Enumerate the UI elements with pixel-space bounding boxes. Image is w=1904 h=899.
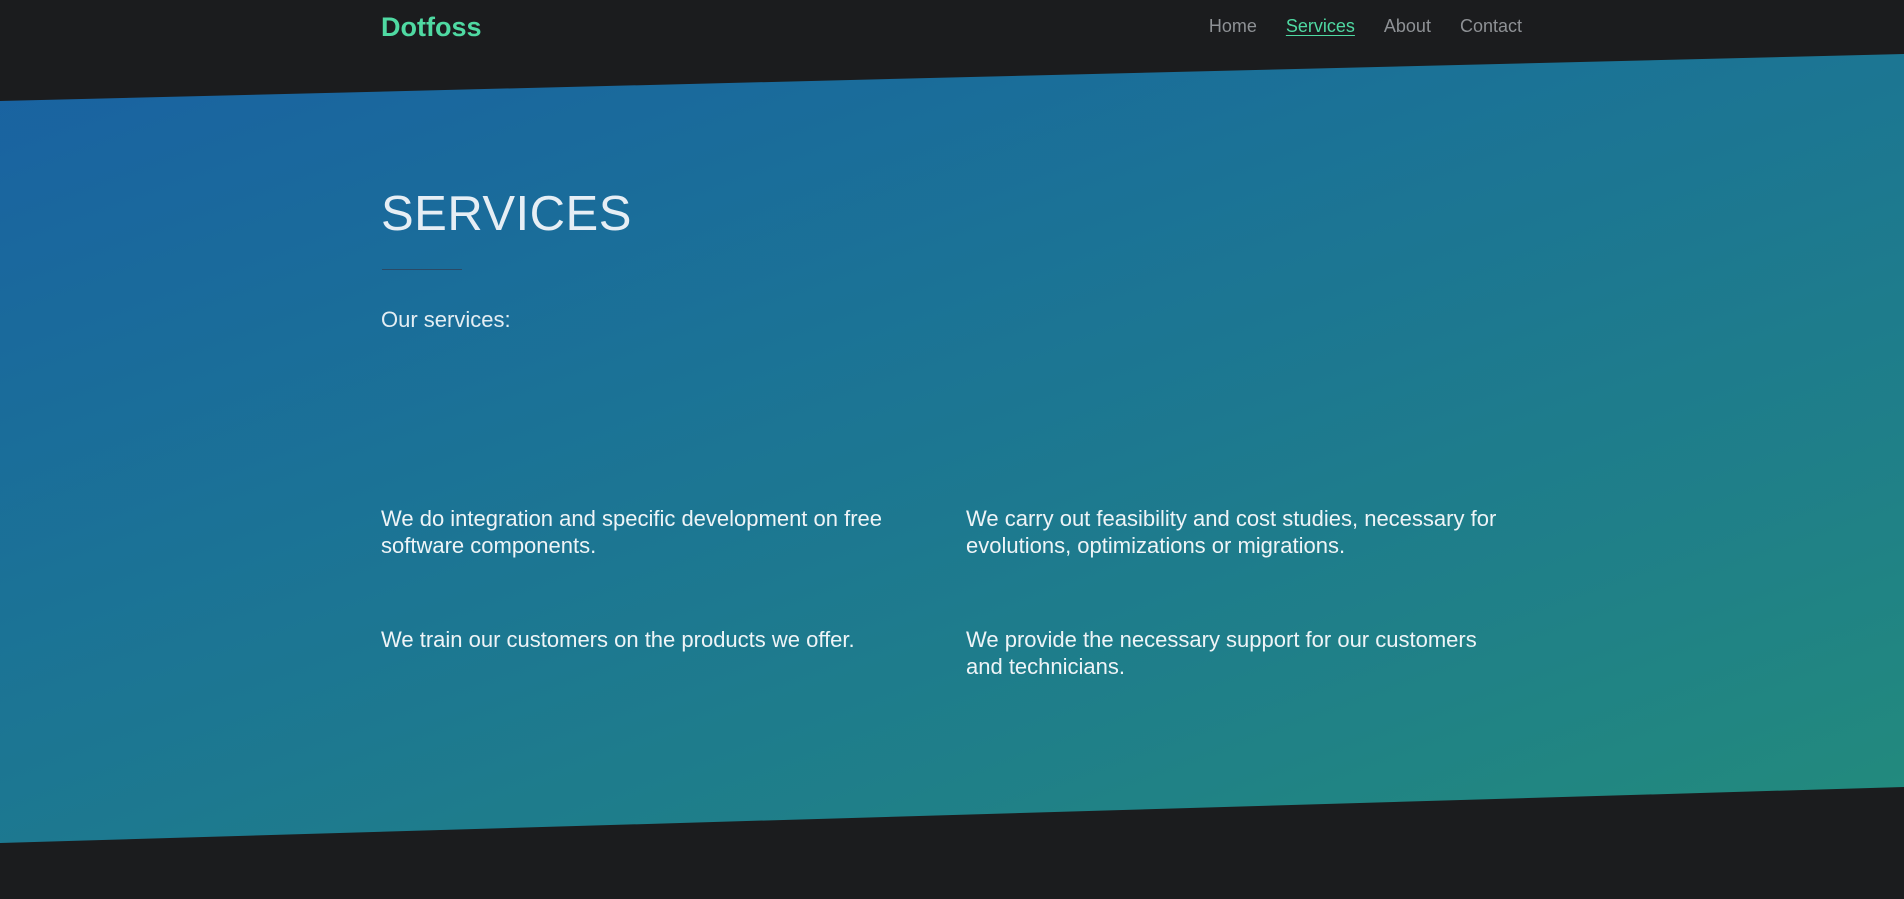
hero-gradient-band <box>0 54 1904 843</box>
nav-home-link[interactable]: Home <box>1209 14 1257 39</box>
page: Dotfoss Home Services About Contact SERV… <box>0 0 1904 899</box>
nav-services-link[interactable]: Services <box>1286 14 1355 39</box>
service-item-studies: We carry out feasibility and cost studie… <box>966 506 1497 558</box>
nav-about-link[interactable]: About <box>1384 14 1431 39</box>
main-nav: Home Services About Contact <box>1209 14 1522 39</box>
site-logo[interactable]: Dotfoss <box>381 9 482 45</box>
page-title: SERVICES <box>381 187 632 241</box>
service-item-training: We train our customers on the products w… <box>381 627 855 652</box>
title-divider <box>382 269 462 270</box>
nav-contact-link[interactable]: Contact <box>1460 14 1522 39</box>
services-intro: Our services: <box>381 307 511 332</box>
service-item-support: We provide the necessary support for our… <box>966 627 1477 679</box>
service-item-development: We do integration and specific developme… <box>381 506 883 558</box>
top-navbar: Dotfoss Home Services About Contact <box>0 0 1904 54</box>
